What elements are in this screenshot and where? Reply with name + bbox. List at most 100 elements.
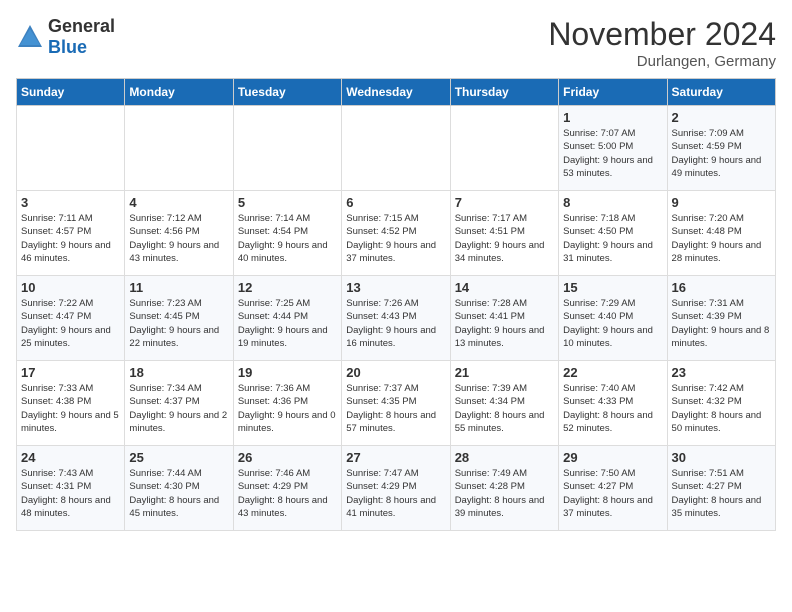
day-number: 24 [21, 450, 120, 465]
calendar-body: 1Sunrise: 7:07 AMSunset: 5:00 PMDaylight… [17, 106, 776, 531]
calendar-week-1: 1Sunrise: 7:07 AMSunset: 5:00 PMDaylight… [17, 106, 776, 191]
calendar-header: SundayMondayTuesdayWednesdayThursdayFrid… [17, 79, 776, 106]
calendar-week-3: 10Sunrise: 7:22 AMSunset: 4:47 PMDayligh… [17, 276, 776, 361]
calendar-cell: 18 Sunrise: 7:34 AMSunset: 4:37 PMDayligh… [125, 361, 233, 446]
calendar-cell: 12 Sunrise: 7:25 AMSunset: 4:44 PMDayligh… [233, 276, 341, 361]
calendar-cell: 26 Sunrise: 7:46 AMSunset: 4:29 PMDayligh… [233, 446, 341, 531]
logo-text: General Blue [48, 16, 115, 58]
calendar-cell [233, 106, 341, 191]
day-number: 7 [455, 195, 554, 210]
day-info: Sunrise: 7:15 AMSunset: 4:52 PMDaylight:… [346, 212, 445, 265]
calendar-cell: 14 Sunrise: 7:28 AMSunset: 4:41 PMDayligh… [450, 276, 558, 361]
day-header-tuesday: Tuesday [233, 79, 341, 106]
calendar-cell [450, 106, 558, 191]
day-info: Sunrise: 7:36 AMSunset: 4:36 PMDaylight:… [238, 382, 337, 435]
calendar-table: SundayMondayTuesdayWednesdayThursdayFrid… [16, 78, 776, 531]
day-number: 14 [455, 280, 554, 295]
day-info: Sunrise: 7:09 AMSunset: 4:59 PMDaylight:… [672, 127, 771, 180]
logo: General Blue [16, 16, 115, 58]
day-info: Sunrise: 7:50 AMSunset: 4:27 PMDaylight:… [563, 467, 662, 520]
calendar-cell: 11 Sunrise: 7:23 AMSunset: 4:45 PMDayligh… [125, 276, 233, 361]
calendar-cell: 9 Sunrise: 7:20 AMSunset: 4:48 PMDaylight… [667, 191, 775, 276]
day-number: 28 [455, 450, 554, 465]
day-number: 25 [129, 450, 228, 465]
day-info: Sunrise: 7:23 AMSunset: 4:45 PMDaylight:… [129, 297, 228, 350]
calendar-cell: 5 Sunrise: 7:14 AMSunset: 4:54 PMDaylight… [233, 191, 341, 276]
day-header-wednesday: Wednesday [342, 79, 450, 106]
calendar-cell: 21 Sunrise: 7:39 AMSunset: 4:34 PMDayligh… [450, 361, 558, 446]
day-number: 27 [346, 450, 445, 465]
calendar-cell: 28 Sunrise: 7:49 AMSunset: 4:28 PMDayligh… [450, 446, 558, 531]
day-info: Sunrise: 7:25 AMSunset: 4:44 PMDaylight:… [238, 297, 337, 350]
day-info: Sunrise: 7:42 AMSunset: 4:32 PMDaylight:… [672, 382, 771, 435]
day-number: 23 [672, 365, 771, 380]
day-number: 29 [563, 450, 662, 465]
calendar-cell: 20Sunrise: 7:37 AMSunset: 4:35 PMDayligh… [342, 361, 450, 446]
logo-icon [16, 23, 44, 51]
calendar-cell: 25 Sunrise: 7:44 AMSunset: 4:30 PMDayligh… [125, 446, 233, 531]
calendar-cell: 27 Sunrise: 7:47 AMSunset: 4:29 PMDayligh… [342, 446, 450, 531]
calendar-week-4: 17Sunrise: 7:33 AMSunset: 4:38 PMDayligh… [17, 361, 776, 446]
day-number: 9 [672, 195, 771, 210]
calendar-cell [17, 106, 125, 191]
calendar-cell: 22Sunrise: 7:40 AMSunset: 4:33 PMDayligh… [559, 361, 667, 446]
day-number: 19 [238, 365, 337, 380]
day-number: 2 [672, 110, 771, 125]
calendar-cell: 23 Sunrise: 7:42 AMSunset: 4:32 PMDayligh… [667, 361, 775, 446]
day-info: Sunrise: 7:07 AMSunset: 5:00 PMDaylight:… [563, 127, 662, 180]
header-row: SundayMondayTuesdayWednesdayThursdayFrid… [17, 79, 776, 106]
day-info: Sunrise: 7:26 AMSunset: 4:43 PMDaylight:… [346, 297, 445, 350]
page-header: General Blue November 2024 Durlangen, Ge… [16, 16, 776, 70]
day-number: 16 [672, 280, 771, 295]
calendar-cell: 4Sunrise: 7:12 AMSunset: 4:56 PMDaylight… [125, 191, 233, 276]
day-info: Sunrise: 7:47 AMSunset: 4:29 PMDaylight:… [346, 467, 445, 520]
calendar-cell: 2 Sunrise: 7:09 AMSunset: 4:59 PMDaylight… [667, 106, 775, 191]
calendar-cell [342, 106, 450, 191]
day-info: Sunrise: 7:14 AMSunset: 4:54 PMDaylight:… [238, 212, 337, 265]
day-number: 26 [238, 450, 337, 465]
calendar-cell: 3Sunrise: 7:11 AMSunset: 4:57 PMDaylight… [17, 191, 125, 276]
calendar-cell: 8Sunrise: 7:18 AMSunset: 4:50 PMDaylight… [559, 191, 667, 276]
calendar-cell: 30 Sunrise: 7:51 AMSunset: 4:27 PMDayligh… [667, 446, 775, 531]
day-number: 30 [672, 450, 771, 465]
day-number: 12 [238, 280, 337, 295]
calendar-cell: 1Sunrise: 7:07 AMSunset: 5:00 PMDaylight… [559, 106, 667, 191]
day-info: Sunrise: 7:39 AMSunset: 4:34 PMDaylight:… [455, 382, 554, 435]
day-info: Sunrise: 7:49 AMSunset: 4:28 PMDaylight:… [455, 467, 554, 520]
day-number: 5 [238, 195, 337, 210]
logo-general: General [48, 16, 115, 36]
day-number: 18 [129, 365, 228, 380]
title-block: November 2024 Durlangen, Germany [548, 16, 776, 70]
calendar-week-5: 24 Sunrise: 7:43 AMSunset: 4:31 PMDayligh… [17, 446, 776, 531]
day-number: 6 [346, 195, 445, 210]
day-info: Sunrise: 7:51 AMSunset: 4:27 PMDaylight:… [672, 467, 771, 520]
day-info: Sunrise: 7:37 AMSunset: 4:35 PMDaylight:… [346, 382, 445, 435]
day-header-friday: Friday [559, 79, 667, 106]
calendar-week-2: 3Sunrise: 7:11 AMSunset: 4:57 PMDaylight… [17, 191, 776, 276]
calendar-cell: 16 Sunrise: 7:31 AMSunset: 4:39 PMDayligh… [667, 276, 775, 361]
calendar-cell: 7 Sunrise: 7:17 AMSunset: 4:51 PMDaylight… [450, 191, 558, 276]
calendar-cell [125, 106, 233, 191]
day-info: Sunrise: 7:34 AMSunset: 4:37 PMDaylight:… [129, 382, 228, 435]
day-number: 21 [455, 365, 554, 380]
day-number: 11 [129, 280, 228, 295]
month-title: November 2024 [548, 16, 776, 53]
day-header-monday: Monday [125, 79, 233, 106]
day-info: Sunrise: 7:28 AMSunset: 4:41 PMDaylight:… [455, 297, 554, 350]
day-number: 3 [21, 195, 120, 210]
day-info: Sunrise: 7:33 AMSunset: 4:38 PMDaylight:… [21, 382, 120, 435]
calendar-cell: 6 Sunrise: 7:15 AMSunset: 4:52 PMDaylight… [342, 191, 450, 276]
day-info: Sunrise: 7:43 AMSunset: 4:31 PMDaylight:… [21, 467, 120, 520]
day-info: Sunrise: 7:46 AMSunset: 4:29 PMDaylight:… [238, 467, 337, 520]
logo-blue: Blue [48, 37, 87, 57]
day-info: Sunrise: 7:44 AMSunset: 4:30 PMDaylight:… [129, 467, 228, 520]
day-info: Sunrise: 7:20 AMSunset: 4:48 PMDaylight:… [672, 212, 771, 265]
day-header-saturday: Saturday [667, 79, 775, 106]
day-info: Sunrise: 7:17 AMSunset: 4:51 PMDaylight:… [455, 212, 554, 265]
day-info: Sunrise: 7:18 AMSunset: 4:50 PMDaylight:… [563, 212, 662, 265]
day-number: 10 [21, 280, 120, 295]
day-number: 15 [563, 280, 662, 295]
day-info: Sunrise: 7:31 AMSunset: 4:39 PMDaylight:… [672, 297, 771, 350]
calendar-cell: 13Sunrise: 7:26 AMSunset: 4:43 PMDayligh… [342, 276, 450, 361]
day-header-sunday: Sunday [17, 79, 125, 106]
